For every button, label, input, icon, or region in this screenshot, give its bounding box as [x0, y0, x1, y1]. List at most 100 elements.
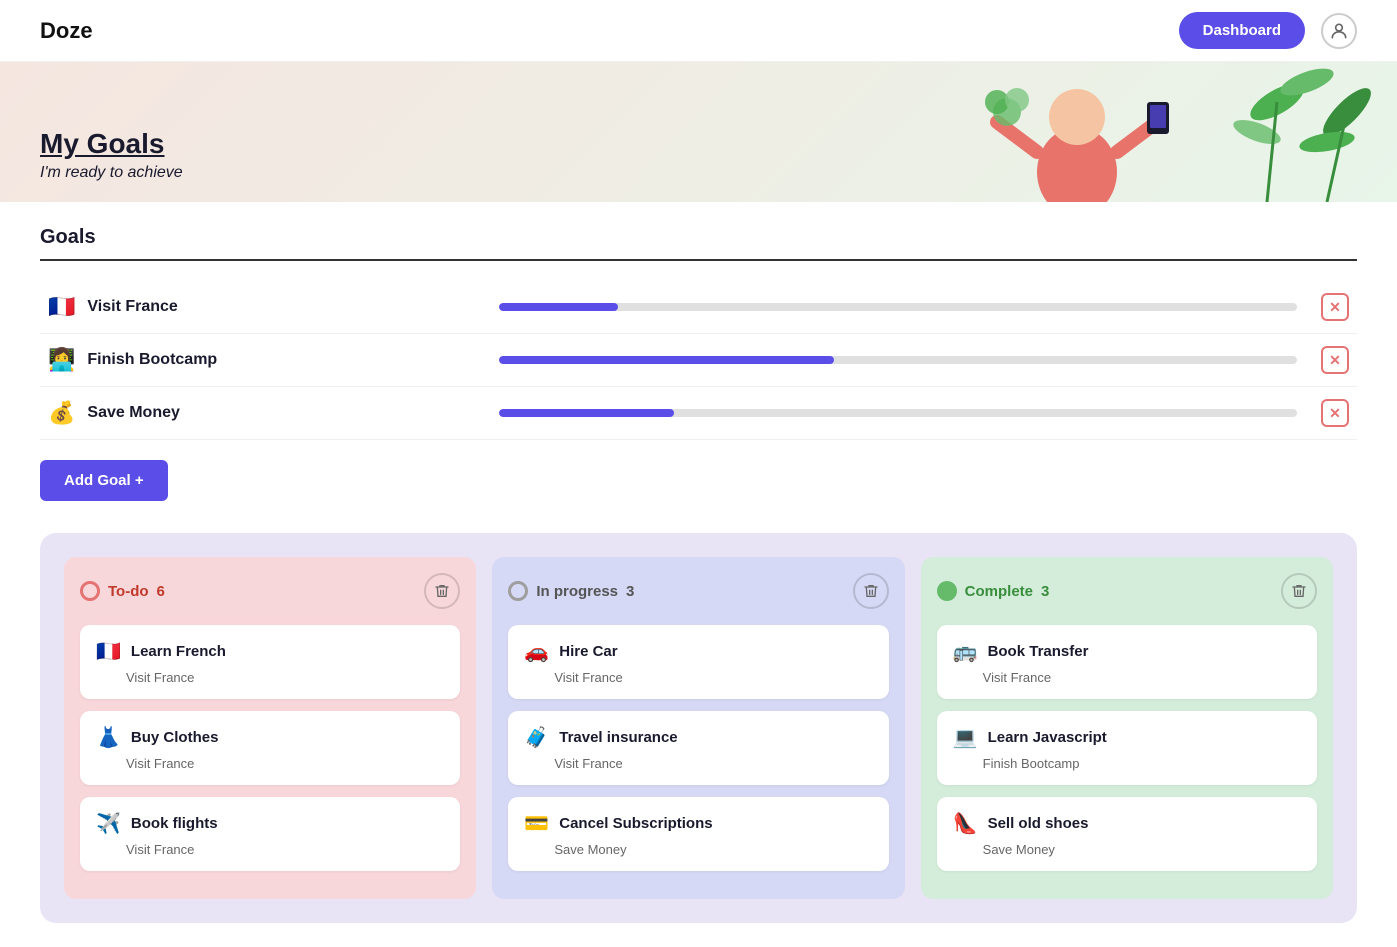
goal-row: 🇫🇷 Visit France ✕ [40, 281, 1357, 334]
goal-emoji: 💰 [48, 400, 75, 426]
task-card-header: 🚗 Hire Car [524, 639, 872, 664]
task-subtitle: Visit France [983, 670, 1301, 685]
col-count: 6 [157, 583, 165, 600]
kanban-board: To-do 6 🇫🇷 Learn French Visit France 👗 [40, 533, 1357, 923]
goal-delete-button[interactable]: ✕ [1321, 399, 1349, 427]
kanban-col-todo: To-do 6 🇫🇷 Learn French Visit France 👗 [64, 557, 476, 899]
task-title: Book Transfer [988, 643, 1089, 660]
hero-illustration [419, 62, 1397, 202]
goal-emoji: 🇫🇷 [48, 294, 75, 320]
task-subtitle: Visit France [126, 670, 444, 685]
trash-icon [863, 583, 879, 599]
task-subtitle: Save Money [983, 842, 1301, 857]
task-icon: 👠 [953, 811, 978, 836]
delete-icon: ✕ [1321, 399, 1349, 427]
col-header-left: To-do 6 [80, 581, 165, 601]
status-circle [80, 581, 100, 601]
delete-icon: ✕ [1321, 293, 1349, 321]
dashboard-button[interactable]: Dashboard [1179, 12, 1305, 49]
task-title: Book flights [131, 815, 218, 832]
task-card-header: 🧳 Travel insurance [524, 725, 872, 750]
task-card[interactable]: 🚗 Hire Car Visit France [508, 625, 888, 699]
col-trash-button[interactable] [853, 573, 889, 609]
task-subtitle: Visit France [126, 756, 444, 771]
task-card-header: 💳 Cancel Subscriptions [524, 811, 872, 836]
goal-progress-bar [499, 303, 1297, 311]
task-icon: 🇫🇷 [96, 639, 121, 664]
goals-section: Goals 🇫🇷 Visit France ✕ 👩‍💻 Finish Bootc… [40, 226, 1357, 501]
goal-progress-fill [499, 303, 619, 311]
col-header-left: Complete 3 [937, 581, 1050, 601]
col-header-left: In progress 3 [508, 581, 634, 601]
goal-name: Save Money [87, 404, 486, 422]
task-title: Hire Car [559, 643, 617, 660]
task-icon: 🚌 [953, 639, 978, 664]
goals-title: Goals [40, 226, 1357, 261]
task-card-header: 🚌 Book Transfer [953, 639, 1301, 664]
col-header: To-do 6 [80, 573, 460, 609]
task-card-header: 👠 Sell old shoes [953, 811, 1301, 836]
trash-icon [1291, 583, 1307, 599]
task-card[interactable]: 🇫🇷 Learn French Visit France [80, 625, 460, 699]
hero-text: My Goals I'm ready to achieve [40, 128, 183, 182]
task-title: Cancel Subscriptions [559, 815, 712, 832]
main-content: Goals 🇫🇷 Visit France ✕ 👩‍💻 Finish Bootc… [0, 202, 1397, 947]
task-subtitle: Visit France [554, 670, 872, 685]
task-subtitle: Visit France [554, 756, 872, 771]
task-title: Travel insurance [559, 729, 677, 746]
task-icon: ✈️ [96, 811, 121, 836]
col-header: Complete 3 [937, 573, 1317, 609]
goals-list: 🇫🇷 Visit France ✕ 👩‍💻 Finish Bootcamp ✕ … [40, 281, 1357, 440]
goal-delete-button[interactable]: ✕ [1321, 293, 1349, 321]
trash-icon [434, 583, 450, 599]
col-trash-button[interactable] [1281, 573, 1317, 609]
goal-name: Visit France [87, 298, 486, 316]
hero-title: My Goals [40, 128, 183, 160]
task-icon: 🧳 [524, 725, 549, 750]
kanban-columns: To-do 6 🇫🇷 Learn French Visit France 👗 [64, 557, 1333, 899]
task-title: Buy Clothes [131, 729, 219, 746]
goal-row: 👩‍💻 Finish Bootcamp ✕ [40, 334, 1357, 387]
task-card-header: 👗 Buy Clothes [96, 725, 444, 750]
task-card[interactable]: ✈️ Book flights Visit France [80, 797, 460, 871]
hero-banner: My Goals I'm ready to achieve [0, 62, 1397, 202]
task-subtitle: Finish Bootcamp [983, 756, 1301, 771]
goal-row: 💰 Save Money ✕ [40, 387, 1357, 440]
task-icon: 👗 [96, 725, 121, 750]
col-header: In progress 3 [508, 573, 888, 609]
col-title: In progress [536, 583, 618, 600]
task-card-header: ✈️ Book flights [96, 811, 444, 836]
goal-delete-button[interactable]: ✕ [1321, 346, 1349, 374]
task-card[interactable]: 💻 Learn Javascript Finish Bootcamp [937, 711, 1317, 785]
add-goal-button[interactable]: Add Goal + [40, 460, 168, 501]
task-card[interactable]: 💳 Cancel Subscriptions Save Money [508, 797, 888, 871]
col-trash-button[interactable] [424, 573, 460, 609]
task-card-header: 🇫🇷 Learn French [96, 639, 444, 664]
task-card[interactable]: 👠 Sell old shoes Save Money [937, 797, 1317, 871]
col-title: Complete [965, 583, 1033, 600]
task-card[interactable]: 👗 Buy Clothes Visit France [80, 711, 460, 785]
task-subtitle: Visit France [126, 842, 444, 857]
goal-progress-bar [499, 356, 1297, 364]
col-count: 3 [1041, 583, 1049, 600]
goal-progress-fill [499, 356, 834, 364]
task-icon: 🚗 [524, 639, 549, 664]
hero-subtitle: I'm ready to achieve [40, 164, 183, 182]
user-icon [1329, 21, 1349, 41]
goal-progress-bar [499, 409, 1297, 417]
status-circle [937, 581, 957, 601]
col-count: 3 [626, 583, 634, 600]
task-icon: 💻 [953, 725, 978, 750]
task-title: Learn French [131, 643, 226, 660]
task-title: Sell old shoes [988, 815, 1089, 832]
kanban-col-complete: Complete 3 🚌 Book Transfer Visit France [921, 557, 1333, 899]
kanban-col-inprogress: In progress 3 🚗 Hire Car Visit France 🧳 [492, 557, 904, 899]
navbar-right: Dashboard [1179, 12, 1357, 49]
user-avatar[interactable] [1321, 13, 1357, 49]
task-card[interactable]: 🚌 Book Transfer Visit France [937, 625, 1317, 699]
task-card[interactable]: 🧳 Travel insurance Visit France [508, 711, 888, 785]
navbar: Doze Dashboard [0, 0, 1397, 62]
task-icon: 💳 [524, 811, 549, 836]
goal-name: Finish Bootcamp [87, 351, 486, 369]
status-circle [508, 581, 528, 601]
